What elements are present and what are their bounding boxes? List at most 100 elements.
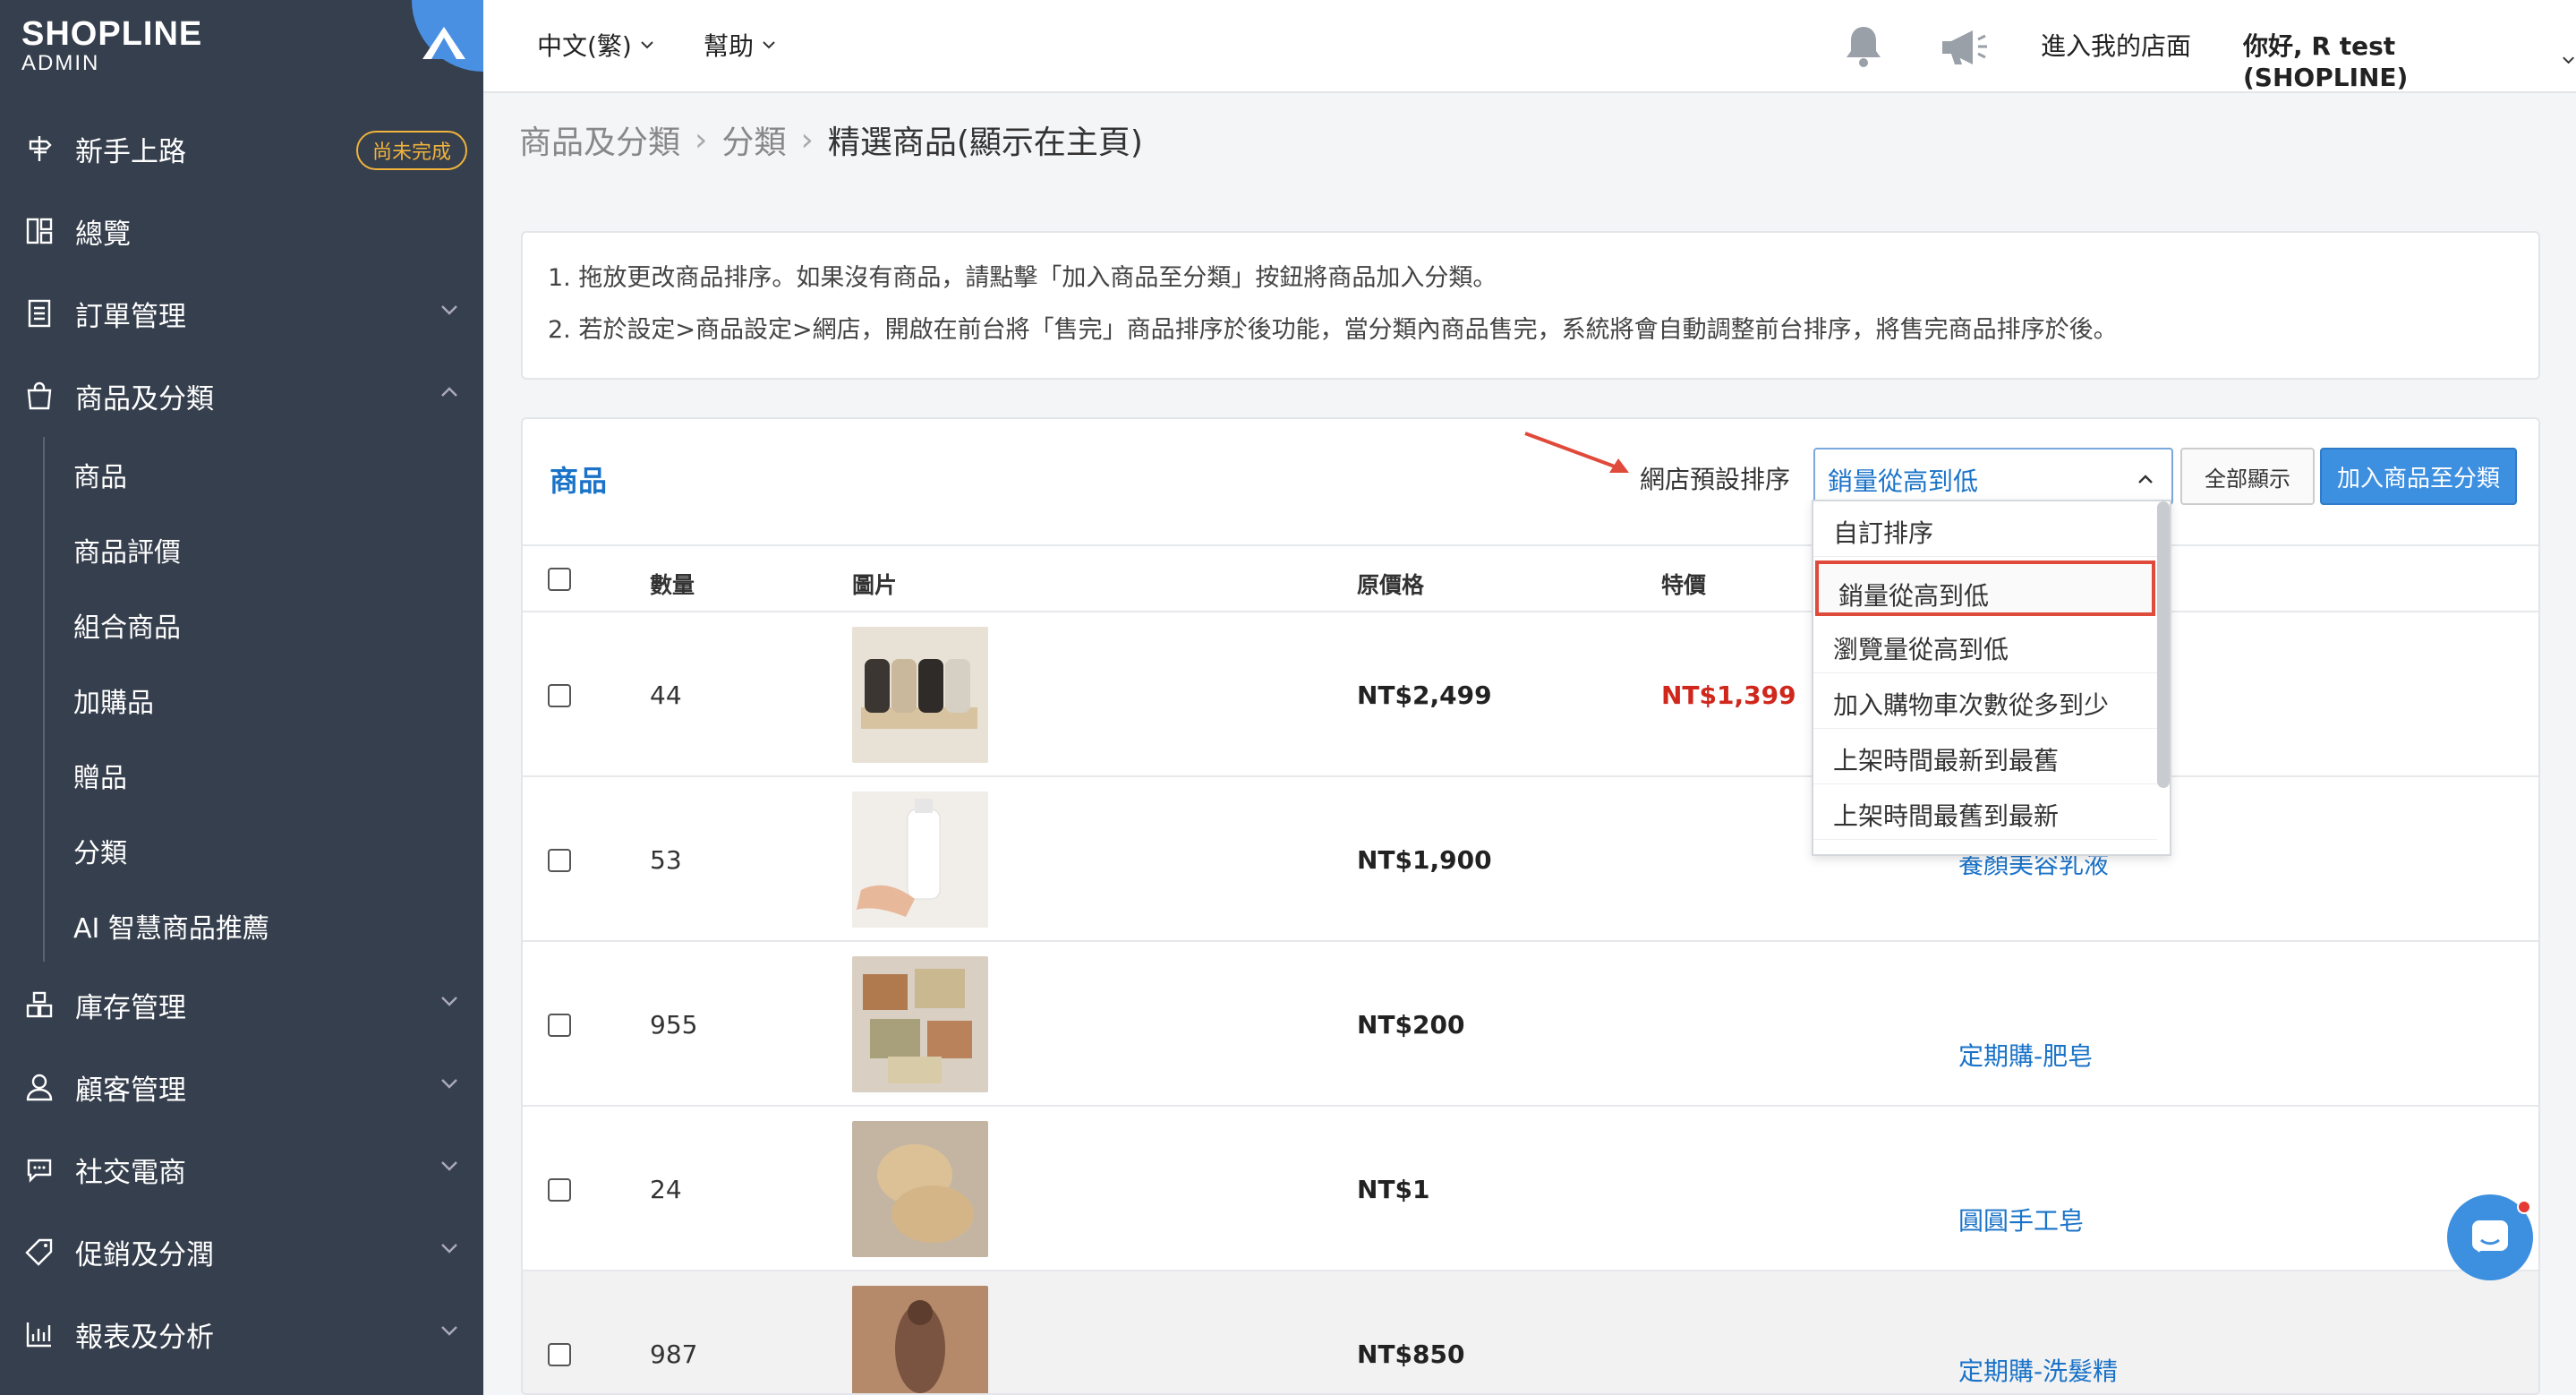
tag-icon: [23, 1236, 55, 1268]
chevron-down-icon: [2563, 56, 2574, 64]
product-image: [852, 792, 988, 928]
instruction-line: 2. 若於設定>商品設定>網店，開啟在前台將「售完」商品排序於後功能，當分類內商…: [548, 316, 2118, 344]
product-name-link[interactable]: 圓圓手工皂: [1958, 1202, 2084, 1237]
page-title: 精選商品(顯示在主頁): [827, 124, 1143, 161]
row-qty: 955: [650, 1010, 698, 1040]
notification-bell[interactable]: [1842, 23, 1885, 70]
dashboard-icon: [23, 215, 55, 247]
order-list-icon: [23, 297, 55, 329]
sort-option[interactable]: 瀏覽量從高到低: [1813, 618, 2157, 673]
table-row[interactable]: 955 NT$200: [523, 942, 2538, 1107]
megaphone-icon: [1942, 30, 1987, 64]
submenu-item-gifts[interactable]: 贈品: [0, 738, 483, 813]
row-price: NT$1,900: [1357, 845, 1492, 875]
row-checkbox[interactable]: [548, 1343, 571, 1366]
sidebar-item-overview[interactable]: 總覽: [0, 190, 483, 272]
instruction-line: 1. 拖放更改商品排序。如果沒有商品，請點擊「加入商品至分類」按鈕將商品加入分類…: [548, 264, 1497, 292]
row-qty: 53: [650, 845, 682, 875]
chevron-down-icon: [441, 1161, 457, 1171]
app-switcher[interactable]: [412, 0, 483, 72]
instructions-box: 1. 拖放更改商品排序。如果沒有商品，請點擊「加入商品至分類」按鈕將商品加入分類…: [521, 231, 2540, 380]
chevron-up-icon: [441, 387, 457, 397]
select-all-checkbox[interactable]: [548, 568, 571, 591]
sidebar-item-label: 總覽: [75, 218, 131, 251]
sidebar-item-label: 商品及分類: [75, 382, 214, 415]
row-checkbox[interactable]: [548, 684, 571, 707]
sidebar-nav: 新手上路 尚未完成 總覽 訂單管理 商品及分類 商品 商品評價 組合商品 加購品…: [0, 107, 483, 1375]
sort-select[interactable]: 銷量從高到低: [1813, 448, 2173, 505]
dropdown-scrollbar[interactable]: [2157, 501, 2170, 788]
help-menu[interactable]: 幫助: [704, 27, 777, 63]
column-header-image: 圖片: [852, 572, 898, 598]
column-header-price: 原價格: [1357, 572, 1425, 598]
add-product-to-category-button[interactable]: 加入商品至分類: [2320, 448, 2517, 505]
sort-option-selected[interactable]: 銷量從高到低: [1815, 561, 2155, 616]
row-price: NT$850: [1357, 1339, 1465, 1369]
mountain-logo-icon: [422, 27, 465, 59]
sidebar-item-label: 庫存管理: [75, 991, 186, 1024]
announcements-button[interactable]: [1939, 27, 1989, 68]
breadcrumb-item[interactable]: 商品及分類: [519, 116, 680, 163]
chevron-up-icon: [2138, 475, 2153, 484]
submenu-item-addons[interactable]: 加購品: [0, 663, 483, 738]
submenu-item-bundles[interactable]: 組合商品: [0, 587, 483, 663]
submenu-item-categories[interactable]: 分類: [0, 813, 483, 888]
top-bar: 中文(繁) 幫助 進入我的店面 你好, R test (SHOPLINE): [483, 0, 2576, 93]
submenu-item-ai-recommend[interactable]: AI 智慧商品推薦: [0, 888, 483, 963]
chevron-down-icon: [441, 305, 457, 315]
bell-icon: [1847, 27, 1881, 67]
signpost-icon: [23, 133, 55, 165]
table-row[interactable]: 53 NT$1,900: [523, 777, 2538, 942]
status-badge: 尚未完成: [355, 131, 467, 170]
sidebar-item-promotions[interactable]: 促銷及分潤: [0, 1211, 483, 1293]
sidebar-item-label: 新手上路: [75, 135, 186, 168]
help-label: 幫助: [704, 31, 755, 61]
notification-dot: [2517, 1200, 2531, 1214]
account-menu[interactable]: 你好, R test (SHOPLINE): [2243, 27, 2576, 92]
column-header-sale: 特價: [1661, 572, 1707, 598]
sidebar-item-label: 促銷及分潤: [75, 1238, 214, 1271]
sidebar-item-products[interactable]: 商品及分類: [0, 355, 483, 437]
sort-option[interactable]: 上架時間最舊到最新: [1813, 784, 2157, 840]
table-row[interactable]: 44 NT$2,499 NT$1,399: [523, 612, 2538, 777]
logo-subtext: ADMIN: [21, 51, 100, 75]
row-price: NT$1: [1357, 1175, 1430, 1204]
sidebar-item-getting-started[interactable]: 新手上路 尚未完成: [0, 107, 483, 190]
sidebar-item-inventory[interactable]: 庫存管理: [0, 963, 483, 1046]
enter-store-link[interactable]: 進入我的店面: [2041, 27, 2191, 63]
sidebar-item-customers[interactable]: 顧客管理: [0, 1046, 483, 1128]
product-name-link[interactable]: 定期購-肥皂: [1958, 1037, 2093, 1073]
sort-option[interactable]: 上架時間最新到最舊: [1813, 729, 2157, 784]
submenu-item-reviews[interactable]: 商品評價: [0, 512, 483, 587]
sidebar-item-reports[interactable]: 報表及分析: [0, 1293, 483, 1375]
chevron-right-icon: ›: [800, 121, 814, 158]
sidebar-item-label: 社交電商: [75, 1156, 186, 1189]
annotation-arrow-icon: [1524, 432, 1629, 473]
product-image: [852, 627, 988, 763]
table-row[interactable]: 987 NT$850: [523, 1271, 2538, 1393]
sidebar: SHOPLINE ADMIN 新手上路 尚未完成 總覽 訂單管理 商品及分類 商…: [0, 0, 483, 1395]
chart-icon: [23, 1318, 55, 1350]
sidebar-item-social-commerce[interactable]: 社交電商: [0, 1128, 483, 1211]
row-checkbox[interactable]: [548, 1014, 571, 1037]
sidebar-item-orders[interactable]: 訂單管理: [0, 272, 483, 355]
user-icon: [23, 1071, 55, 1103]
sort-option[interactable]: 加入購物車次數從多到少: [1813, 673, 2157, 729]
show-all-button[interactable]: 全部顯示: [2180, 448, 2315, 505]
sort-dropdown-menu: 自訂排序 銷量從高到低 瀏覽量從高到低 加入購物車次數從多到少 上架時間最新到最…: [1812, 500, 2171, 856]
product-name-link[interactable]: 定期購-洗髮精: [1958, 1352, 2118, 1388]
language-selector[interactable]: 中文(繁): [537, 27, 655, 63]
row-qty: 24: [650, 1175, 682, 1204]
submenu-item-products[interactable]: 商品: [0, 437, 483, 512]
product-image: [852, 1286, 988, 1393]
breadcrumb-item[interactable]: 分類: [721, 116, 786, 163]
product-image: [852, 1121, 988, 1257]
sort-option[interactable]: 自訂排序: [1813, 501, 2157, 557]
table-row[interactable]: 24 NT$1: [523, 1107, 2538, 1271]
chevron-down-icon: [441, 1079, 457, 1089]
sort-select-value: 銷量從高到低: [1828, 466, 1979, 496]
shopline-logo[interactable]: SHOPLINE ADMIN: [21, 16, 202, 75]
row-checkbox[interactable]: [548, 1178, 571, 1202]
chevron-down-icon: [441, 1244, 457, 1254]
row-checkbox[interactable]: [548, 849, 571, 872]
